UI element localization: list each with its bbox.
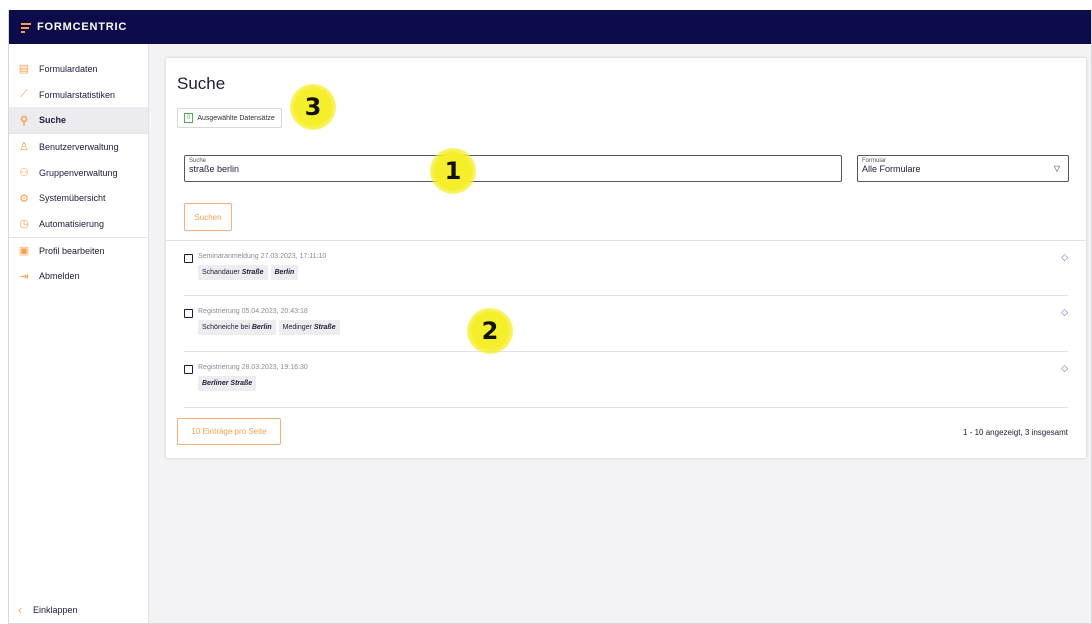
sidebar-item-label: Systemübersicht (39, 193, 106, 204)
match-chip: Berlin (270, 265, 299, 280)
chart-icon: ⟋ (20, 88, 28, 101)
search-icon: ⚲ (19, 114, 29, 127)
match-chip: Medinger Straße (278, 320, 340, 335)
sidebar-item-benutzerverwaltung[interactable]: ♙ Benutzerverwaltung (9, 134, 148, 160)
match-chips: Schandauer Straße Berlin (198, 265, 299, 280)
clock-icon: ◷ (19, 218, 29, 231)
match-chips: Schöneiche bei Berlin Medinger Straße (198, 320, 340, 335)
annotation-marker-2: 2 (467, 308, 513, 354)
sidebar-item-abmelden[interactable]: ⇥ Abmelden (9, 264, 148, 290)
sidebar-item-label: Formularstatistiken (39, 89, 116, 100)
result-row: Seminaranmeldung 27.03.2023, 17:11:10 Sc… (184, 241, 1068, 296)
sidebar: ▤ Formulardaten ⟋ Formularstatistiken ⚲ … (9, 44, 149, 623)
app-window: FORMCENTRIC ▤ Formulardaten ⟋ Formularst… (8, 10, 1092, 624)
match-chips: Berliner Straße (198, 376, 257, 391)
row-meta: Registrierung 05.04.2023, 20:43:18 (198, 308, 308, 315)
app-logo[interactable]: FORMCENTRIC (21, 21, 127, 33)
sidebar-item-label: Gruppenverwaltung (39, 167, 118, 178)
formcentric-logo-icon (21, 21, 31, 33)
page-title: Suche (177, 74, 226, 93)
match-chip: Schandauer Straße (198, 265, 268, 280)
collapse-label: Einklappen (33, 605, 78, 615)
result-row: Registrierung 28.03.2023, 19:16:30 Berli… (184, 352, 1068, 408)
entries-per-page-button[interactable]: 10 Einträge pro Seite (177, 418, 281, 445)
form-select[interactable]: Formular Alle Formulare ▽ (857, 155, 1069, 182)
annotation-marker-1: 1 (430, 148, 476, 194)
logout-icon: ⇥ (19, 270, 29, 283)
top-bar: FORMCENTRIC (9, 10, 1091, 44)
row-checkbox[interactable] (184, 365, 193, 374)
sidebar-item-systemuebersicht[interactable]: ⚙ Systemübersicht (9, 185, 148, 211)
sidebar-item-label: Benutzerverwaltung (39, 141, 119, 152)
group-icon: ⚇ (19, 167, 29, 180)
pagination-info: 1 - 10 angezeigt, 3 insgesamt (963, 428, 1068, 437)
sidebar-item-gruppenverwaltung[interactable]: ⚇ Gruppenverwaltung (9, 160, 148, 186)
row-meta: Registrierung 28.03.2023, 19:16:30 (198, 364, 308, 371)
selected-count-badge: 0 (184, 113, 194, 123)
sidebar-item-formulardaten[interactable]: ▤ Formulardaten (9, 56, 148, 82)
selected-records-button[interactable]: 0 Ausgewählte Datensätze (177, 108, 282, 128)
form-select-value: Alle Formulare (862, 164, 921, 174)
sidebar-item-label: Abmelden (39, 271, 80, 282)
search-button[interactable]: Suchen (184, 203, 232, 231)
annotation-marker-3: 3 (290, 84, 336, 130)
sidebar-item-label: Automatisierung (39, 218, 105, 229)
row-checkbox[interactable] (184, 309, 193, 318)
sidebar-item-suche[interactable]: ⚲ Suche (9, 107, 148, 134)
match-chip: Schöneiche bei Berlin (198, 320, 276, 335)
sidebar-item-profil-bearbeiten[interactable]: ▣ Profil bearbeiten (9, 238, 148, 264)
match-chip: Berliner Straße (198, 376, 257, 391)
row-checkbox[interactable] (184, 254, 193, 263)
profile-card-icon: ▣ (18, 245, 30, 258)
app-name: FORMCENTRIC (37, 21, 128, 33)
result-row: Registrierung 05.04.2023, 20:43:18 Schön… (184, 296, 1068, 352)
collapse-sidebar-button[interactable]: ‹ Einklappen (18, 603, 78, 617)
dropdown-triangle-icon: ▽ (1053, 164, 1060, 173)
sidebar-item-label: Profil bearbeiten (39, 245, 105, 256)
search-input-value: straße berlin (189, 164, 240, 174)
sidebar-item-label: Formulardaten (39, 63, 98, 74)
document-icon: ▤ (18, 63, 30, 76)
user-icon: ♙ (19, 141, 29, 154)
search-input[interactable]: Suche straße berlin (184, 155, 842, 182)
chevron-left-icon: ‹ (18, 603, 22, 617)
sidebar-item-automatisierung[interactable]: ◷ Automatisierung (9, 211, 148, 237)
expand-row-icon[interactable]: ◇ (1061, 252, 1068, 263)
gear-icon: ⚙ (19, 192, 29, 205)
expand-row-icon[interactable]: ◇ (1061, 363, 1068, 374)
selected-records-label: Ausgewählte Datensätze (197, 114, 275, 122)
expand-row-icon[interactable]: ◇ (1061, 307, 1068, 318)
row-meta: Seminaranmeldung 27.03.2023, 17:11:10 (198, 253, 327, 260)
sidebar-item-label: Suche (39, 115, 67, 126)
sidebar-item-formularstatistiken[interactable]: ⟋ Formularstatistiken (9, 82, 148, 108)
